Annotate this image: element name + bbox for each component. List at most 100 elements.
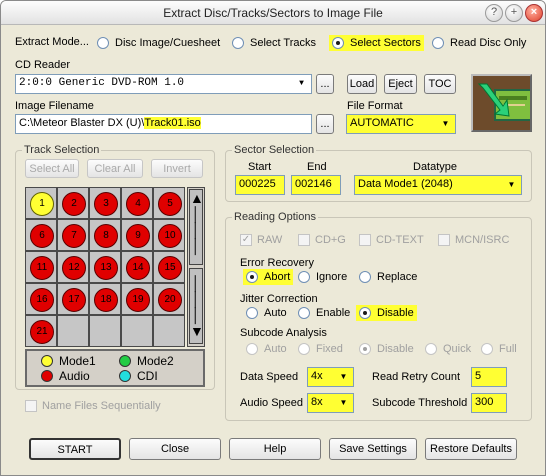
radio-subcode-full[interactable]: Full bbox=[478, 341, 520, 357]
track-cell[interactable]: 14 bbox=[121, 251, 153, 283]
track-cell[interactable] bbox=[121, 315, 153, 347]
eject-button[interactable]: Eject bbox=[384, 74, 417, 94]
track-cell[interactable]: 3 bbox=[89, 187, 121, 219]
track-cell[interactable] bbox=[153, 315, 185, 347]
restore-defaults-button[interactable]: Restore Defaults bbox=[425, 438, 517, 460]
track-cell[interactable] bbox=[89, 315, 121, 347]
raw-checkbox[interactable]: ✓ RAW bbox=[240, 234, 282, 246]
track-button[interactable]: 10 bbox=[158, 224, 182, 248]
help-icon[interactable]: ? bbox=[485, 4, 503, 22]
track-cell[interactable]: 11 bbox=[25, 251, 57, 283]
cd-reader-select[interactable]: 2:0:0 Generic DVD-ROM 1.0 ▼ bbox=[15, 74, 312, 94]
read-retry-count-input[interactable]: 5 bbox=[471, 367, 507, 387]
track-button[interactable]: 7 bbox=[62, 224, 86, 248]
track-cell[interactable] bbox=[57, 315, 89, 347]
close-button[interactable]: Close bbox=[129, 438, 221, 460]
scroll-up-arrow-icon[interactable]: ▲ │ │ │ bbox=[189, 189, 204, 265]
track-button[interactable]: 1 bbox=[30, 192, 54, 216]
subcode-threshold-input[interactable]: 300 bbox=[471, 393, 507, 413]
radio-jitter-auto[interactable]: Auto bbox=[243, 305, 290, 321]
clear-all-button[interactable]: Clear All bbox=[87, 159, 143, 178]
track-button[interactable]: 17 bbox=[62, 288, 86, 312]
load-button[interactable]: Load bbox=[347, 74, 377, 94]
track-cell[interactable]: 6 bbox=[25, 219, 57, 251]
track-button[interactable]: 12 bbox=[62, 256, 86, 280]
track-button[interactable]: 20 bbox=[158, 288, 182, 312]
close-icon[interactable]: × bbox=[525, 4, 543, 22]
audio-speed-select[interactable]: 8x ▼ bbox=[307, 393, 354, 413]
radio-jitter-enable[interactable]: Enable bbox=[295, 305, 353, 321]
save-settings-button[interactable]: Save Settings bbox=[329, 438, 417, 460]
track-cell[interactable]: 10 bbox=[153, 219, 185, 251]
file-format-select[interactable]: AUTOMATIC ▼ bbox=[346, 114, 456, 134]
help-button[interactable]: Help bbox=[229, 438, 321, 460]
track-button[interactable]: 15 bbox=[158, 256, 182, 280]
track-cell[interactable]: 18 bbox=[89, 283, 121, 315]
start-button[interactable]: START bbox=[29, 438, 121, 460]
track-button[interactable]: 2 bbox=[62, 192, 86, 216]
read-retry-count-label: Read Retry Count bbox=[372, 371, 461, 383]
radio-abort[interactable]: Abort bbox=[243, 269, 294, 285]
cd-reader-browse-button[interactable]: ... bbox=[316, 74, 334, 94]
track-button[interactable]: 14 bbox=[126, 256, 150, 280]
track-button[interactable]: 4 bbox=[126, 192, 150, 216]
track-grid-scrollbar[interactable]: ▲ │ │ │ │ │ │ ▼ bbox=[187, 187, 205, 347]
track-button[interactable]: 6 bbox=[30, 224, 54, 248]
radio-subcode-fixed[interactable]: Fixed bbox=[295, 341, 346, 357]
radio-read-disc-only[interactable]: Read Disc Only bbox=[429, 35, 529, 51]
end-sector-input[interactable]: 002146 bbox=[291, 175, 341, 195]
track-cell[interactable]: 13 bbox=[89, 251, 121, 283]
track-cell[interactable]: 17 bbox=[57, 283, 89, 315]
track-cell[interactable]: 5 bbox=[153, 187, 185, 219]
jitter-correction-label: Jitter Correction bbox=[240, 293, 318, 305]
restore-icon[interactable]: + bbox=[505, 4, 523, 22]
radio-replace[interactable]: Replace bbox=[356, 269, 420, 285]
name-files-sequentially-checkbox[interactable]: Name Files Sequentially bbox=[25, 400, 161, 412]
subcode-threshold-label: Subcode Threshold bbox=[372, 397, 468, 409]
track-cell[interactable]: 9 bbox=[121, 219, 153, 251]
image-filename-input[interactable]: C:\Meteor Blaster DX (U)\Track01.iso bbox=[15, 114, 312, 134]
image-filename-label: Image Filename bbox=[15, 100, 94, 112]
track-button[interactable]: 13 bbox=[94, 256, 118, 280]
track-button[interactable]: 18 bbox=[94, 288, 118, 312]
data-speed-select[interactable]: 4x ▼ bbox=[307, 367, 354, 387]
select-all-button[interactable]: Select All bbox=[25, 159, 79, 178]
radio-select-sectors[interactable]: Select Sectors bbox=[329, 35, 424, 51]
radio-subcode-auto[interactable]: Auto bbox=[243, 341, 290, 357]
radio-subcode-quick[interactable]: Quick bbox=[422, 341, 474, 357]
track-button[interactable]: 8 bbox=[94, 224, 118, 248]
track-button[interactable]: 9 bbox=[126, 224, 150, 248]
track-button[interactable]: 11 bbox=[30, 256, 54, 280]
cdtext-checkbox[interactable]: CD-TEXT bbox=[359, 234, 424, 246]
toc-button[interactable]: TOC bbox=[424, 74, 456, 94]
track-cell[interactable]: 21 bbox=[25, 315, 57, 347]
radio-subcode-disable[interactable]: Disable bbox=[356, 341, 417, 357]
scroll-down-arrow-icon[interactable]: │ │ │ ▼ bbox=[189, 268, 204, 344]
datatype-select[interactable]: Data Mode1 (2048) ▼ bbox=[354, 175, 522, 195]
cdg-checkbox[interactable]: CD+G bbox=[298, 234, 346, 246]
track-cell[interactable]: 7 bbox=[57, 219, 89, 251]
invert-button[interactable]: Invert bbox=[151, 159, 203, 178]
track-button[interactable]: 19 bbox=[126, 288, 150, 312]
track-button[interactable]: 16 bbox=[30, 288, 54, 312]
track-button[interactable]: 21 bbox=[30, 320, 54, 344]
app-logo-icon bbox=[471, 74, 532, 132]
track-cell[interactable]: 8 bbox=[89, 219, 121, 251]
track-button[interactable]: 3 bbox=[94, 192, 118, 216]
radio-jitter-disable[interactable]: Disable bbox=[356, 305, 417, 321]
filename-browse-button[interactable]: ... bbox=[316, 114, 334, 134]
start-sector-input[interactable]: 000225 bbox=[235, 175, 285, 195]
track-cell[interactable]: 15 bbox=[153, 251, 185, 283]
track-button[interactable]: 5 bbox=[158, 192, 182, 216]
track-cell[interactable]: 1 bbox=[25, 187, 57, 219]
track-cell[interactable]: 12 bbox=[57, 251, 89, 283]
radio-select-tracks[interactable]: Select Tracks bbox=[229, 35, 319, 51]
mcn-isrc-checkbox[interactable]: MCN/ISRC bbox=[438, 234, 509, 246]
track-cell[interactable]: 19 bbox=[121, 283, 153, 315]
track-cell[interactable]: 2 bbox=[57, 187, 89, 219]
track-cell[interactable]: 16 bbox=[25, 283, 57, 315]
radio-disc-image[interactable]: Disc Image/Cuesheet bbox=[94, 35, 223, 51]
track-cell[interactable]: 4 bbox=[121, 187, 153, 219]
radio-ignore[interactable]: Ignore bbox=[295, 269, 350, 285]
track-cell[interactable]: 20 bbox=[153, 283, 185, 315]
